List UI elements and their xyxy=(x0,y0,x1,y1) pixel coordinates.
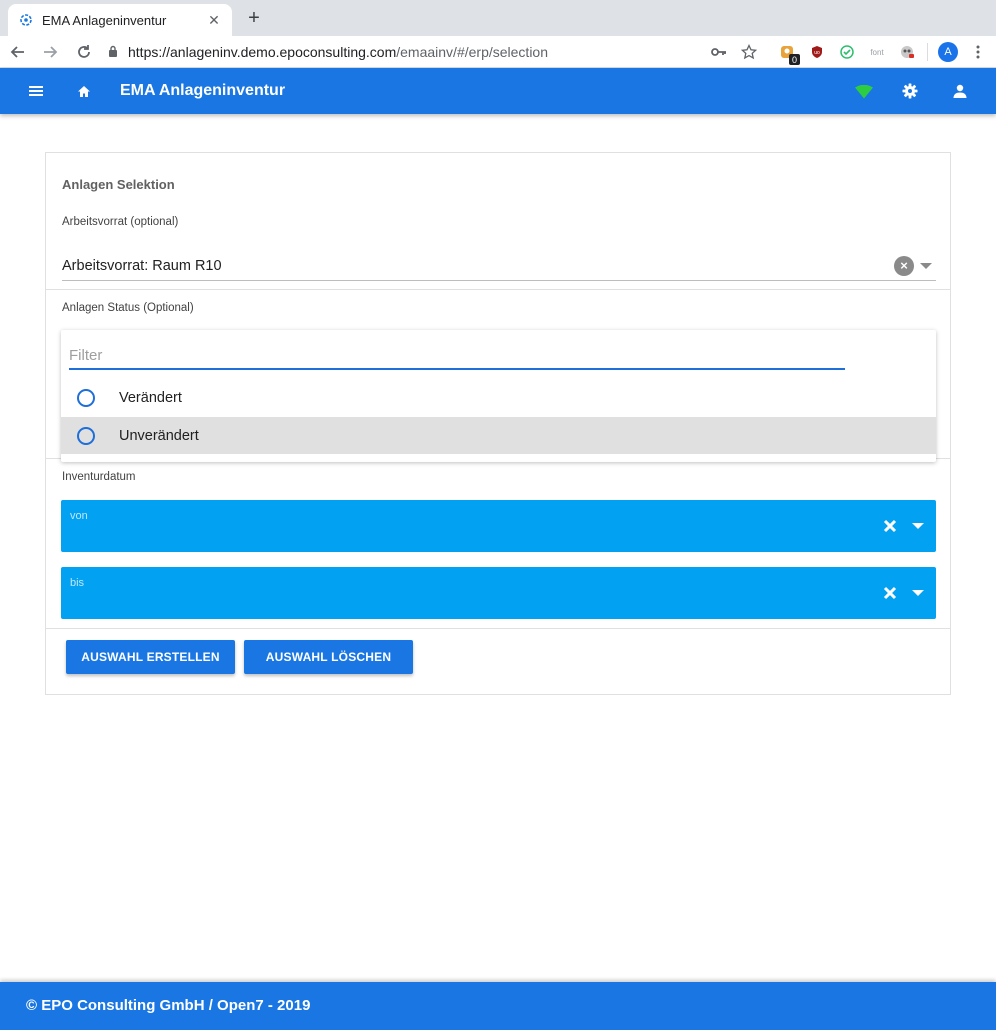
app-favicon-icon xyxy=(18,12,34,28)
app-title: EMA Anlageninventur xyxy=(120,82,286,99)
footer-copyright: © EPO Consulting GmbH / Open7 - 2019 xyxy=(26,997,311,1014)
toolbar-separator xyxy=(927,43,928,61)
section-divider xyxy=(46,289,950,290)
url-path: /emaainv/#/erp/selection xyxy=(396,44,549,60)
chevron-down-icon[interactable] xyxy=(912,590,924,596)
extension-badge: 0 xyxy=(789,54,800,65)
extensions-area: 0 uo font A xyxy=(709,40,988,65)
arbeitsvorrat-select[interactable]: Arbeitsvorrat: Raum R10 × xyxy=(62,251,936,281)
app-footer: © EPO Consulting GmbH / Open7 - 2019 xyxy=(0,982,996,1030)
clear-selection-button[interactable]: AUSWAHL LÖSCHEN xyxy=(244,640,413,674)
privacy-extension-icon[interactable]: 0 xyxy=(777,42,800,65)
status-filter-input[interactable] xyxy=(69,342,845,370)
home-icon[interactable] xyxy=(74,81,94,101)
back-icon[interactable] xyxy=(6,40,30,64)
chevron-down-icon[interactable] xyxy=(912,523,924,529)
date-to-field[interactable]: bis xyxy=(61,567,936,619)
browser-tab[interactable]: EMA Anlageninventur ✕ xyxy=(8,4,232,36)
close-tab-icon[interactable]: ✕ xyxy=(206,12,222,28)
date-from-field[interactable]: von xyxy=(61,500,936,552)
filter-underline-gap xyxy=(69,370,151,372)
svg-text:uo: uo xyxy=(814,50,820,56)
date-from-label: von xyxy=(70,510,88,522)
clear-date-to-icon[interactable] xyxy=(880,583,900,603)
gear-icon[interactable] xyxy=(900,81,920,101)
font-extension-icon[interactable]: font xyxy=(867,42,887,62)
date-to-label: bis xyxy=(70,577,85,589)
browser-tab-title: EMA Anlageninventur xyxy=(42,12,167,28)
reload-icon[interactable] xyxy=(72,40,96,64)
clear-selection-icon[interactable]: × xyxy=(894,255,914,276)
create-selection-button[interactable]: AUSWAHL ERSTELLEN xyxy=(66,640,235,674)
clear-date-from-icon[interactable] xyxy=(880,516,900,536)
selection-card: Anlagen Selektion Arbeitsvorrat (optiona… xyxy=(45,152,951,695)
browser-tabstrip: EMA Anlageninventur ✕ + xyxy=(0,0,996,36)
lock-icon xyxy=(108,44,118,60)
wifi-status-icon xyxy=(854,82,874,102)
ublock-icon[interactable]: uo xyxy=(807,42,827,62)
status-option-unveraendert[interactable]: Unverändert xyxy=(61,417,936,454)
url-host: https://anlageninv.demo.epoconsulting.co… xyxy=(128,44,397,60)
status-option-veraendert[interactable]: Verändert xyxy=(61,379,936,416)
arbeitsvorrat-label: Arbeitsvorrat (optional) xyxy=(62,216,179,228)
status-dropdown: Verändert Unverändert xyxy=(61,330,936,462)
forward-icon[interactable] xyxy=(38,40,62,64)
browser-menu-icon[interactable] xyxy=(968,42,988,62)
key-icon[interactable] xyxy=(709,42,729,62)
app-header: EMA Anlageninventur xyxy=(0,68,996,114)
check-extension-icon[interactable] xyxy=(837,42,857,62)
section-divider xyxy=(46,628,950,629)
hamburger-menu-icon[interactable] xyxy=(26,81,46,101)
option-label: Unverändert xyxy=(119,427,199,444)
radio-unchecked-icon[interactable] xyxy=(77,388,95,407)
option-label: Verändert xyxy=(119,389,182,406)
profile-avatar[interactable]: A xyxy=(938,42,958,62)
browser-toolbar: https://anlageninv.demo.epoconsulting.co… xyxy=(0,36,996,68)
mask-extension-icon[interactable] xyxy=(897,42,917,62)
inventurdatum-label: Inventurdatum xyxy=(62,471,136,483)
new-tab-button[interactable]: + xyxy=(242,6,266,30)
address-bar[interactable]: https://anlageninv.demo.epoconsulting.co… xyxy=(108,40,688,64)
arbeitsvorrat-value: Arbeitsvorrat: Raum R10 xyxy=(62,257,222,274)
user-icon[interactable] xyxy=(950,81,970,101)
radio-unchecked-icon[interactable] xyxy=(77,426,95,445)
chevron-down-icon[interactable] xyxy=(920,262,932,269)
status-label: Anlagen Status (Optional) xyxy=(62,302,194,314)
section-title: Anlagen Selektion xyxy=(62,177,175,192)
bookmark-star-icon[interactable] xyxy=(739,42,759,62)
